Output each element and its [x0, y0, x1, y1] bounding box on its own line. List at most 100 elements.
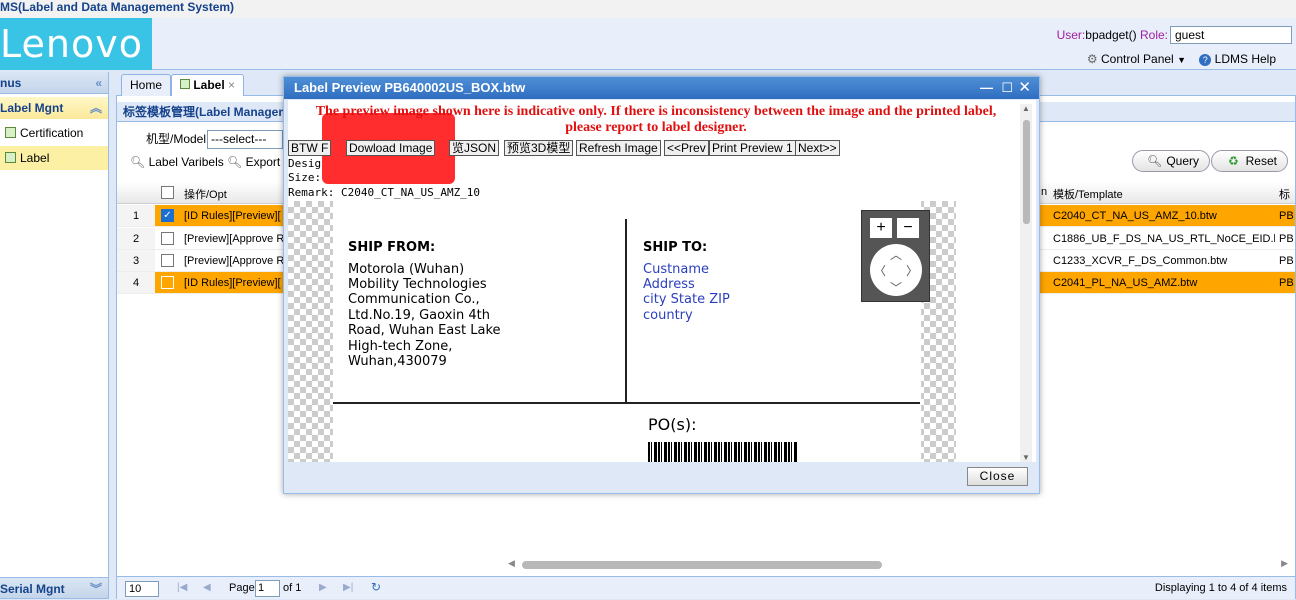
dialog-title: Label Preview PB640002US_BOX.btw — ☐ ✕: [284, 77, 1039, 99]
scroll-up-icon[interactable]: ▲: [1022, 104, 1030, 113]
ship-to-title: SHIP TO:: [643, 240, 708, 255]
scroll-down-icon[interactable]: ▼: [1022, 453, 1030, 462]
logo-text: Lenovo: [0, 22, 143, 66]
row-checkbox[interactable]: [161, 232, 174, 245]
zoom-out-button[interactable]: −: [897, 218, 919, 238]
row-template: C1886_UB_F_DS_NA_US_RTL_NoCE_EID.btw: [1053, 233, 1275, 245]
maximize-icon[interactable]: ☐: [1001, 77, 1013, 99]
last-page-icon[interactable]: ▶|: [343, 582, 353, 593]
remark-line: Remark: C2040_CT_NA_US_AMZ_10: [288, 186, 481, 199]
help-icon: ?: [1199, 54, 1212, 66]
minimize-icon[interactable]: —: [980, 77, 993, 99]
refresh-image-button[interactable]: Refresh Image: [576, 140, 661, 156]
row-checkbox[interactable]: [161, 254, 174, 267]
label-variables-button[interactable]: 🔍︎ Label Varibels: [130, 155, 224, 169]
page-input[interactable]: 1: [255, 580, 280, 597]
user-label: User:: [1056, 28, 1086, 42]
label-vertical-divider: [625, 219, 627, 402]
page-count: of 1: [283, 582, 302, 594]
ship-from-line: Mobility Technologies: [348, 277, 487, 292]
chevron-down-icon: ︾: [89, 582, 102, 596]
label-variables-text: Label Varibels: [148, 155, 224, 169]
preview-3d-button[interactable]: 预览3D模型: [504, 140, 574, 156]
sidebar-section-label-mgnt[interactable]: Label Mgnt ︽: [0, 97, 108, 119]
ship-from-line: Motorola (Wuhan): [348, 262, 465, 277]
ship-from-line: Communication Co.,: [348, 292, 480, 307]
scroll-left-icon[interactable]: ◀: [508, 558, 515, 569]
pan-down-icon[interactable]: ﹀: [890, 279, 902, 296]
collapse-icon[interactable]: «: [95, 72, 102, 94]
header-template: 模板/Template: [1053, 189, 1123, 201]
print-preview-button[interactable]: Print Preview 1: [709, 140, 796, 156]
gear-icon: ⚙: [1086, 52, 1098, 66]
close-icon[interactable]: ✕: [1018, 77, 1031, 99]
scroll-thumb[interactable]: [1023, 120, 1030, 224]
help-link[interactable]: ? LDMS Help: [1199, 52, 1276, 66]
row-last: PB: [1279, 277, 1294, 289]
query-button[interactable]: 🔍︎ Query: [1132, 150, 1210, 172]
row-last: PB: [1279, 255, 1294, 267]
pan-up-icon[interactable]: ︿: [890, 246, 902, 263]
tab-icon: [180, 79, 190, 89]
size-line: Size:: [288, 171, 322, 184]
horizontal-scrollbar[interactable]: ◀ ▶: [508, 558, 1288, 569]
ship-from-line: Wuhan,430079: [348, 354, 447, 369]
next-button[interactable]: Next>>: [795, 140, 840, 156]
zoom-in-button[interactable]: +: [870, 218, 892, 238]
role-label: Role:: [1139, 28, 1168, 42]
download-image-button[interactable]: Dowload Image: [346, 140, 436, 156]
search-icon: 🔍︎: [1147, 154, 1163, 168]
reset-text: Reset: [1245, 154, 1277, 168]
pan-left-icon[interactable]: 〈: [874, 262, 886, 279]
header-checkbox[interactable]: [161, 186, 174, 199]
next-page-icon[interactable]: ▶: [319, 582, 327, 593]
serial-mgnt-label: Serial Mgnt: [0, 582, 65, 596]
refresh-icon[interactable]: ↻: [371, 580, 381, 594]
prev-button[interactable]: <<Prev: [664, 140, 709, 156]
row-checkbox[interactable]: [161, 276, 174, 289]
user-info: User:bpadget() Role:: [1057, 28, 1168, 42]
sidebar-item-label[interactable]: Label: [0, 146, 108, 170]
btw-button[interactable]: BTW F: [288, 140, 332, 156]
user-name: bpadget(): [1085, 28, 1137, 42]
scroll-right-icon[interactable]: ▶: [1281, 558, 1288, 569]
scroll-thumb[interactable]: [522, 561, 882, 569]
reset-button[interactable]: ♻ Reset: [1211, 150, 1288, 172]
row-number: 2: [117, 228, 155, 249]
control-panel-menu[interactable]: ⚙ Control Panel ▼: [1087, 52, 1186, 66]
model-select[interactable]: ---select---: [207, 130, 283, 149]
tab-label-text: Label: [193, 78, 225, 92]
export-button[interactable]: 🔍︎ Export E: [227, 155, 292, 169]
page-size-select[interactable]: 10: [125, 581, 159, 597]
ship-to-line: Address: [643, 277, 695, 292]
close-icon[interactable]: ×: [228, 78, 235, 92]
preview-json-button[interactable]: 览JSON: [449, 140, 500, 156]
row-number: 4: [117, 272, 155, 293]
pan-right-icon[interactable]: 〉: [906, 262, 918, 279]
header-opt: 操作/Opt: [184, 189, 227, 201]
section-label: Label Mgnt: [0, 101, 64, 115]
prev-page-icon[interactable]: ◀: [203, 582, 211, 593]
certification-icon: [5, 127, 16, 138]
ship-to-line: country: [643, 308, 693, 323]
ship-to-line: Custname: [643, 262, 710, 277]
displaying-info: Displaying 1 to 4 of 4 items: [1154, 582, 1287, 594]
vertical-scrollbar[interactable]: ▲ ▼: [1020, 104, 1032, 462]
close-button[interactable]: Close: [967, 467, 1028, 486]
ship-from-line: Road, Wuhan East Lake: [348, 323, 501, 338]
row-last: PB: [1279, 233, 1294, 245]
ship-from-line: High-tech Zone,: [348, 339, 453, 354]
dialog-title-text: Label Preview PB640002US_BOX.btw: [294, 80, 526, 95]
model-label: 机型/Model:: [146, 132, 210, 146]
tab-home[interactable]: Home: [121, 74, 172, 96]
first-page-icon[interactable]: |◀: [177, 582, 187, 593]
preview-warning: The preview image shown here is indicati…: [315, 104, 997, 135]
sidebar-section-serial-mgnt[interactable]: Serial Mgnt ︾: [0, 577, 108, 599]
role-field[interactable]: guest: [1170, 26, 1292, 44]
tab-label[interactable]: Label ×: [171, 74, 245, 96]
help-label: LDMS Help: [1214, 52, 1276, 66]
sidebar-item-certification[interactable]: Certification: [0, 121, 108, 145]
row-checkbox[interactable]: ✓: [161, 209, 174, 222]
row-template: C1233_XCVR_F_DS_Common.btw: [1053, 255, 1228, 267]
ship-from-title: SHIP FROM:: [348, 240, 436, 255]
